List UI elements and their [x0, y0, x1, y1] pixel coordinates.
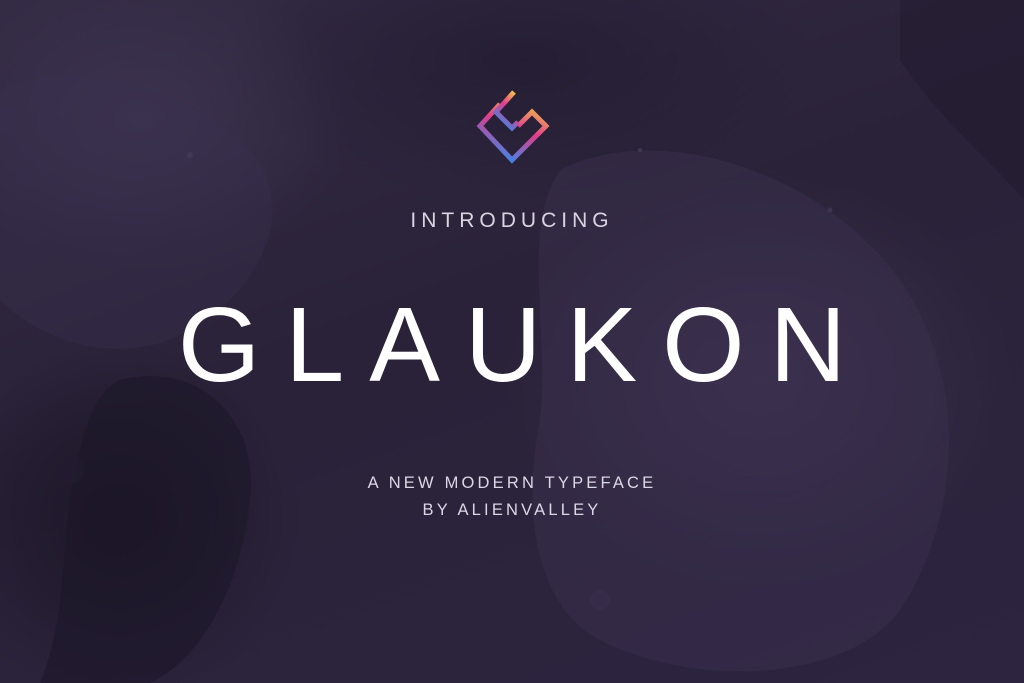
intro-label: INTRODUCING: [410, 209, 614, 232]
typeface-title: GLAUKON: [177, 286, 872, 404]
poster-background: INTRODUCING GLAUKON A NEW MODERN TYPEFAC…: [0, 0, 1024, 683]
brand-logo-icon: [476, 90, 550, 164]
tagline-text: A NEW MODERN TYPEFACE: [367, 474, 657, 492]
byline-text: BY ALIENVALLEY: [422, 501, 602, 519]
